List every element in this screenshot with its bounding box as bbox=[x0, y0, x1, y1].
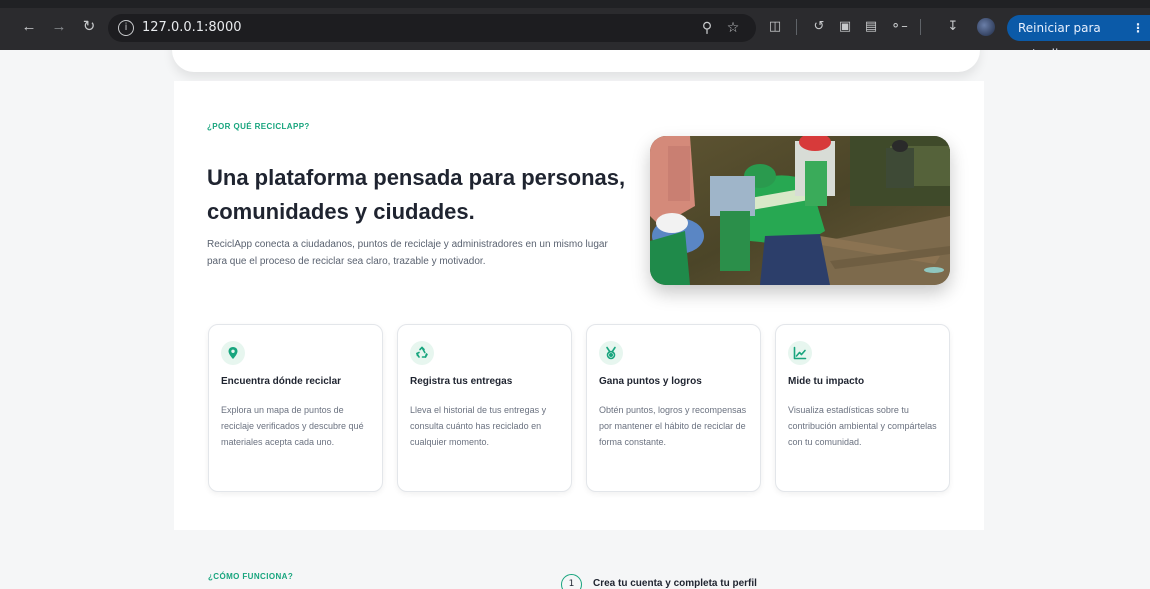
medal-icon bbox=[599, 341, 623, 365]
feature-card-points[interactable]: Gana puntos y logros Obtén puntos, logro… bbox=[586, 324, 761, 492]
why-title: Una plataforma pensada para personas, co… bbox=[207, 161, 647, 229]
media-icon[interactable]: ▤ bbox=[862, 18, 880, 36]
why-title-line2: comunidades y ciudades. bbox=[207, 199, 475, 224]
chart-line-icon bbox=[788, 341, 812, 365]
bookmark-star-icon[interactable]: ☆ bbox=[724, 19, 742, 37]
toolbar-divider bbox=[920, 19, 921, 35]
tab-strip bbox=[0, 0, 1150, 8]
why-eyebrow: ¿POR QUÉ RECICLAPP? bbox=[207, 122, 310, 131]
step-title: Crea tu cuenta y completa tu perfil bbox=[593, 578, 757, 589]
recycle-icon bbox=[410, 341, 434, 365]
password-key-icon[interactable]: ⚬– bbox=[890, 18, 908, 36]
history-icon[interactable]: ↺ bbox=[810, 18, 828, 36]
feature-description: Visualiza estadísticas sobre tu contribu… bbox=[788, 405, 937, 447]
update-button[interactable]: Reiniciar para actualizar ⋮ bbox=[1007, 15, 1150, 61]
feature-description: Explora un mapa de puntos de reciclaje v… bbox=[221, 405, 364, 447]
how-eyebrow: ¿CÓMO FUNCIONA? bbox=[208, 572, 294, 581]
feature-description: Lleva el historial de tus entregas y con… bbox=[410, 405, 547, 447]
address-bar[interactable]: i 127.0.0.1:8000 ⚲ ☆ bbox=[108, 14, 756, 42]
download-icon[interactable]: ↧ bbox=[944, 18, 962, 36]
feature-title: Gana puntos y logros bbox=[599, 376, 702, 387]
feature-title: Registra tus entregas bbox=[410, 376, 513, 387]
screen-capture-icon[interactable]: ▣ bbox=[836, 18, 854, 36]
feature-card-impact[interactable]: Mide tu impacto Visualiza estadísticas s… bbox=[775, 324, 950, 492]
reload-icon[interactable]: ↻ bbox=[80, 18, 98, 36]
feature-card-find[interactable]: Encuentra dónde reciclar Explora un mapa… bbox=[208, 324, 383, 492]
why-title-line1: Una plataforma pensada para personas, bbox=[207, 165, 626, 190]
why-section: ¿POR QUÉ RECICLAPP? Una plataforma pensa… bbox=[174, 81, 984, 530]
extensions-icon[interactable]: ◫ bbox=[766, 18, 784, 36]
menu-kebab-icon[interactable]: ⋮ bbox=[1132, 15, 1144, 41]
previous-section-card bbox=[172, 50, 980, 72]
step-number-badge: 1 bbox=[561, 574, 582, 589]
profile-avatar-icon[interactable] bbox=[977, 18, 995, 36]
feature-title: Encuentra dónde reciclar bbox=[221, 376, 342, 387]
page-viewport: ¿POR QUÉ RECICLAPP? Una plataforma pensa… bbox=[0, 50, 1150, 589]
browser-toolbar: ← → ↻ i 127.0.0.1:8000 ⚲ ☆ ◫ ↺ ▣ ▤ ⚬– ↧ … bbox=[0, 0, 1150, 61]
volunteers-photo bbox=[650, 136, 950, 285]
toolbar-divider bbox=[796, 19, 797, 35]
feature-description: Obtén puntos, logros y recompensas por m… bbox=[599, 405, 747, 447]
forward-icon[interactable]: → bbox=[50, 18, 68, 36]
zoom-icon[interactable]: ⚲ bbox=[698, 19, 716, 37]
feature-card-register[interactable]: Registra tus entregas Lleva el historial… bbox=[397, 324, 572, 492]
url-text[interactable]: 127.0.0.1:8000 bbox=[142, 20, 242, 35]
feature-title: Mide tu impacto bbox=[788, 376, 865, 387]
site-info-icon[interactable]: i bbox=[118, 20, 134, 36]
back-icon[interactable]: ← bbox=[20, 18, 38, 36]
map-pin-icon bbox=[221, 341, 245, 365]
why-description: ReciclApp conecta a ciudadanos, puntos d… bbox=[207, 239, 608, 267]
